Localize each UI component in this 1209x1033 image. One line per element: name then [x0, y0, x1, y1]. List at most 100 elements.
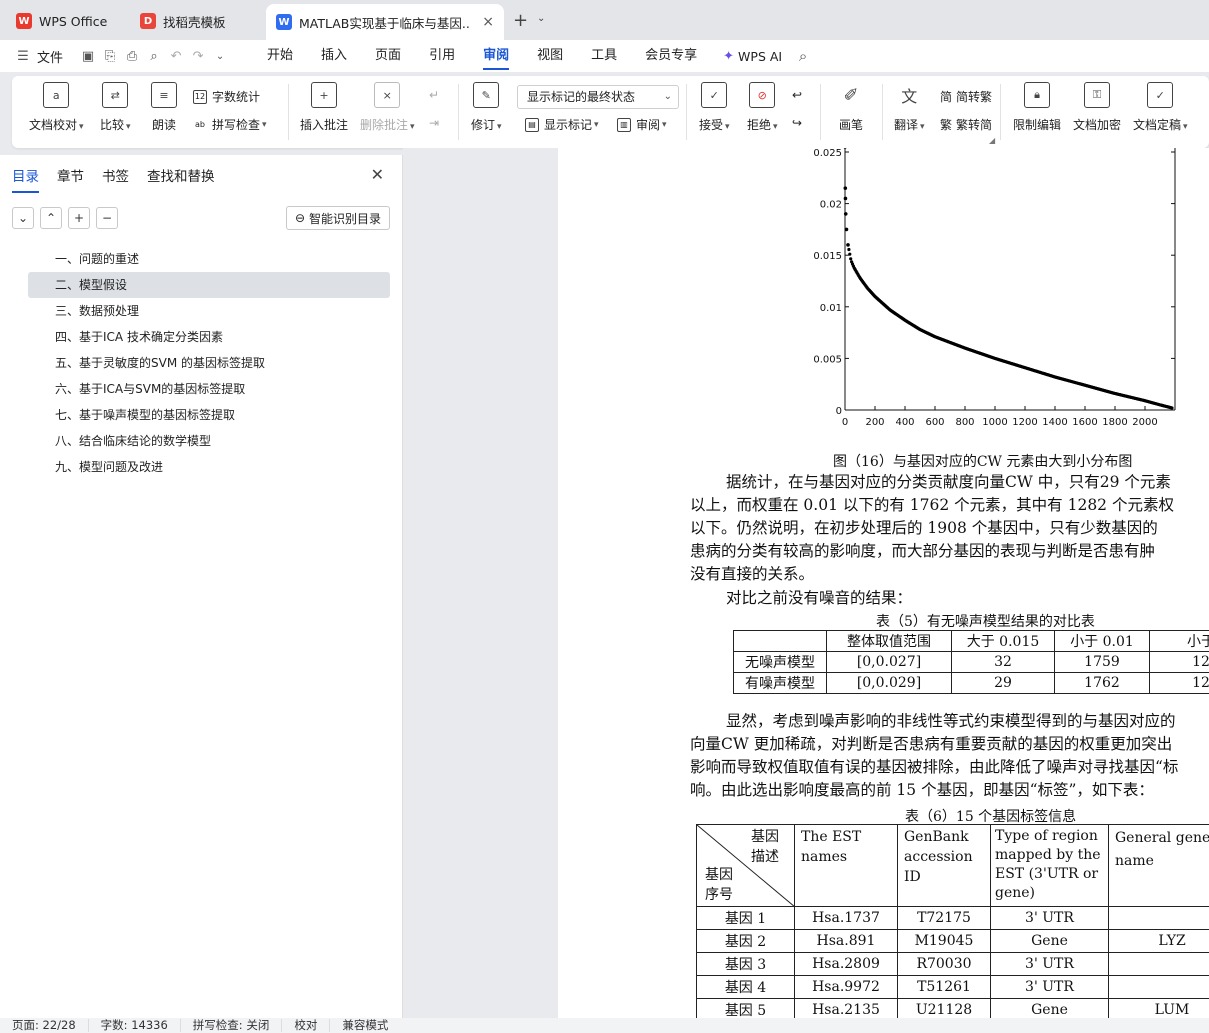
save-icon[interactable]: ▣ — [77, 45, 99, 67]
tab-docer-templates[interactable]: D 找稻壳模板 — [130, 6, 260, 36]
review-pane-button[interactable]: ▥ 审阅 ▾ — [617, 116, 667, 133]
finalize-document-button[interactable]: ✓ 文档定稿 ▾ — [1133, 82, 1188, 133]
toc-item[interactable]: 二、模型假设 — [28, 272, 390, 298]
tab-toc[interactable]: 目录 — [12, 165, 39, 193]
word-count-label: 字数统计 — [212, 90, 261, 104]
text-line: 据统计，在与基因对应的分类贡献度向量CW 中，只有29 个元素 — [726, 473, 1171, 491]
simp-to-trad-button[interactable]: 简简转繁 — [940, 88, 992, 105]
trad-to-simp-button[interactable]: 繁繁转简 — [940, 116, 992, 133]
text-line: 影响而导致权值取值有误的基因被排除，由此降低了噪声对寻找基因“标 — [690, 758, 1179, 776]
wps-ai-label: WPS AI — [738, 48, 783, 64]
table-header-row: 基因 描述 基因 序号 The EST names GenBank access… — [696, 824, 1209, 907]
redo-icon[interactable]: ↷ — [187, 45, 209, 67]
tab-bookmarks[interactable]: 书签 — [102, 165, 129, 193]
menu-view[interactable]: 视图 — [523, 40, 577, 72]
menu-references[interactable]: 引用 — [415, 40, 469, 72]
print-icon[interactable]: ⎙ — [121, 45, 143, 67]
doc-check-button[interactable]: a 文档校对 ▾ — [29, 82, 84, 133]
paragraph-2: 对比之前没有噪音的结果： — [726, 589, 913, 607]
delete-comment-button[interactable]: × 删除批注 ▾ — [360, 82, 415, 133]
tab-list-chevron-icon[interactable]: ⌄ — [537, 13, 545, 24]
restrict-editing-label: 限制编辑 — [1013, 118, 1062, 132]
table-cell: Hsa.9972 — [794, 975, 898, 999]
accept-button[interactable]: ✓ 接受 ▾ — [699, 82, 730, 133]
reject-button[interactable]: ⊘ 拒绝 ▾ — [747, 82, 778, 133]
read-aloud-label: 朗读 — [151, 118, 176, 132]
proof-status[interactable]: 校对 — [282, 1019, 331, 1032]
prev-change-icon[interactable]: ↩ — [792, 88, 802, 102]
expand-plus-icon[interactable]: + — [68, 207, 90, 229]
ribbon-separator — [820, 84, 821, 140]
table-cell: 3' UTR — [990, 906, 1109, 930]
translate-button[interactable]: 文 翻译 ▾ — [894, 82, 925, 133]
document-area[interactable]: 0 0.005 0.01 0.015 0.02 0.025 0 200 400 600 800 100… — [403, 148, 1209, 1018]
toc-item[interactable]: 四、基于ICA 技术确定分类因素 — [28, 324, 390, 350]
group-expand-icon[interactable]: ◢ — [989, 136, 995, 145]
tab-find-replace[interactable]: 查找和替换 — [147, 165, 215, 193]
new-tab-plus-icon[interactable]: + — [513, 10, 528, 31]
tab-document[interactable]: W MATLAB实现基于临床与基因... × — [266, 4, 504, 40]
prev-comment-icon[interactable]: ↵ — [429, 88, 439, 102]
markup-display-select[interactable]: 显示标记的最终状态 ⌄ — [517, 85, 679, 109]
compare-button[interactable]: ⇄ 比较 ▾ — [100, 82, 131, 133]
toc-item[interactable]: 一、问题的重述 — [28, 246, 390, 272]
insert-comment-button[interactable]: + 插入批注 — [300, 82, 348, 133]
toc-item[interactable]: 三、数据预处理 — [28, 298, 390, 324]
toc-item[interactable]: 九、模型问题及改进 — [28, 454, 390, 480]
pen-button[interactable]: ✐ 画笔 — [838, 82, 864, 133]
search-icon[interactable]: ⌕ — [792, 45, 814, 67]
toc-item[interactable]: 七、基于噪声模型的基因标签提取 — [28, 402, 390, 428]
x-tick-label: 2000 — [1132, 417, 1157, 428]
close-tab-icon[interactable]: × — [482, 14, 494, 30]
close-pane-icon[interactable]: ✕ — [371, 165, 384, 184]
wps-ai-button[interactable]: ✦ WPS AI — [723, 49, 782, 64]
menu-home[interactable]: 开始 — [253, 40, 307, 72]
menu-page[interactable]: 页面 — [361, 40, 415, 72]
encrypt-document-button[interactable]: ⚿ 文档加密 — [1073, 82, 1121, 133]
y-tick-label: 0.015 — [813, 251, 842, 262]
track-changes-button[interactable]: ✎ 修订 ▾ — [471, 82, 502, 133]
tab-wps-office[interactable]: W WPS Office — [6, 6, 124, 36]
tab-chapters[interactable]: 章节 — [57, 165, 84, 193]
show-markup-button[interactable]: ▤ 显示标记 ▾ — [525, 116, 599, 133]
table-cell: 小于 — [1149, 630, 1209, 652]
quick-access-chevron-icon[interactable]: ⌄ — [209, 45, 231, 67]
collapse-chevron-up-icon[interactable]: ⌃ — [40, 207, 62, 229]
spell-check-status[interactable]: 拼写检查: 关闭 — [181, 1019, 283, 1032]
table-cell: Hsa.2809 — [794, 952, 898, 976]
smart-toc-button[interactable]: ⊖ 智能识别目录 — [286, 206, 390, 230]
export-icon[interactable]: ⎘ — [99, 45, 121, 67]
menu-member[interactable]: 会员专享 — [631, 40, 711, 72]
table-cell: 整体取值范围 — [826, 630, 952, 652]
table-cell — [1108, 952, 1209, 976]
next-comment-icon[interactable]: ⇥ — [429, 116, 439, 130]
toc-item[interactable]: 八、结合临床结论的数学模型 — [28, 428, 390, 454]
table-cell: T51261 — [897, 975, 991, 999]
next-change-icon[interactable]: ↪ — [792, 116, 802, 130]
spell-check-button[interactable]: ab 拼写检查 ▾ — [193, 116, 267, 133]
undo-icon[interactable]: ↶ — [165, 45, 187, 67]
file-menu[interactable]: ☰ 文件 — [12, 45, 63, 67]
y-tick-label: 0.01 — [820, 303, 842, 314]
read-aloud-button[interactable]: ≡ 朗读 — [151, 82, 177, 133]
smart-toc-label: 智能识别目录 — [309, 211, 382, 226]
page-indicator[interactable]: 页面: 22/28 — [0, 1019, 89, 1032]
word-count-button[interactable]: 12 字数统计 — [193, 88, 260, 105]
menu-insert[interactable]: 插入 — [307, 40, 361, 72]
review-pane-icon: ▥ — [617, 117, 631, 132]
print-preview-icon[interactable]: ⌕ — [143, 45, 165, 67]
word-count-indicator[interactable]: 字数: 14336 — [89, 1019, 181, 1032]
delete-comment-label: 删除批注 — [360, 118, 409, 132]
pen-icon: ✐ — [843, 84, 859, 106]
table-cell — [1108, 906, 1209, 930]
menu-tools[interactable]: 工具 — [577, 40, 631, 72]
collapse-chevron-down-icon[interactable]: ⌄ — [12, 207, 34, 229]
compare-icon: ⇄ — [102, 82, 129, 108]
menu-review[interactable]: 审阅 — [469, 40, 523, 72]
wps-ai-logo-icon: ✦ — [723, 48, 735, 64]
restrict-editing-button[interactable]: 🔒︎ 限制编辑 — [1013, 82, 1061, 133]
toc-item[interactable]: 六、基于ICA与SVM的基因标签提取 — [28, 376, 390, 402]
table-row: 基因 2 Hsa.891 M19045 Gene LYZ — [696, 929, 1209, 953]
collapse-minus-icon[interactable]: − — [96, 207, 118, 229]
toc-item[interactable]: 五、基于灵敏度的SVM 的基因标签提取 — [28, 350, 390, 376]
